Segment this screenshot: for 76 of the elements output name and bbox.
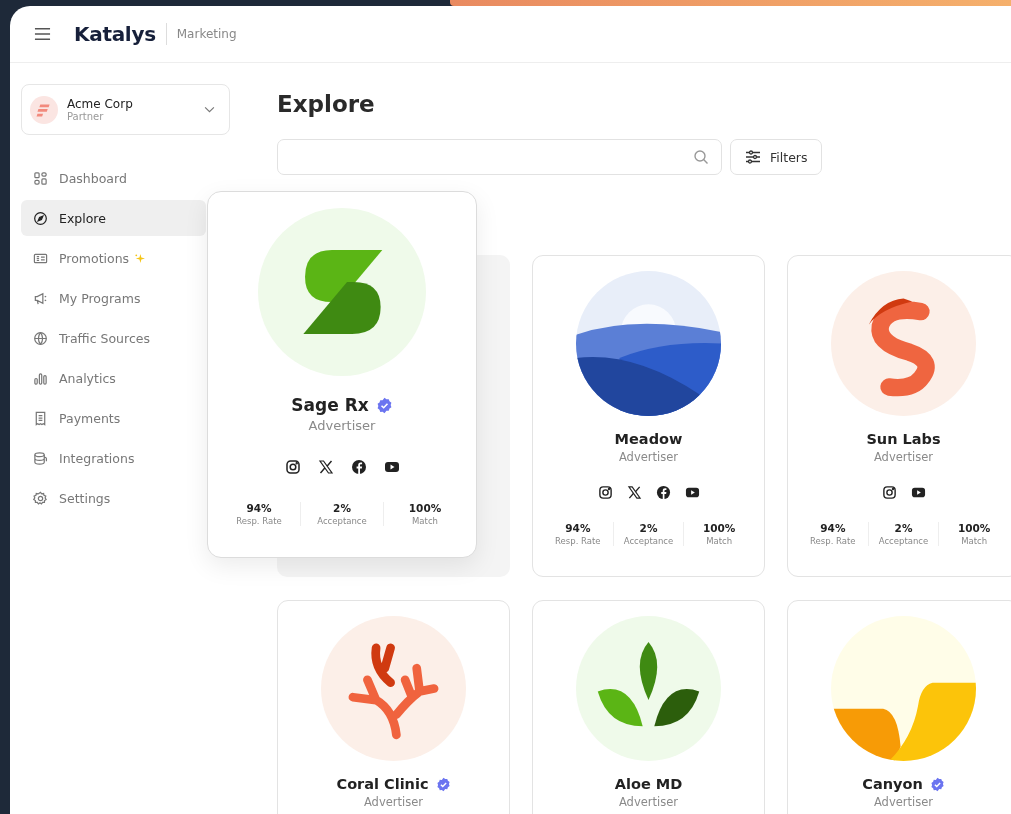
search-icon — [693, 149, 709, 165]
instagram-icon[interactable] — [881, 485, 897, 500]
menu-icon[interactable] — [34, 27, 51, 41]
company-role: Advertiser — [873, 795, 934, 809]
company-name: Meadow — [614, 431, 683, 447]
company-name: Aloe MD — [614, 776, 683, 792]
account-name: Acme Corp — [67, 97, 134, 111]
bar-chart-icon — [33, 370, 48, 386]
stat-label: Match — [706, 536, 733, 546]
youtube-icon[interactable] — [910, 485, 926, 500]
company-name: Canyon — [862, 776, 923, 792]
advertiser-card[interactable]: Aloe MD Advertiser — [532, 600, 765, 814]
nav-item[interactable]: Payments — [21, 400, 206, 436]
facebook-icon[interactable] — [350, 459, 367, 475]
stat-label: Resp. Rate — [236, 516, 282, 526]
advertiser-card[interactable]: Canyon Advertiser — [787, 600, 1011, 814]
settings-icon — [33, 490, 48, 506]
stat-value: 100% — [957, 522, 991, 534]
company-role: Advertiser — [618, 450, 679, 464]
stat-value: 2% — [894, 522, 913, 534]
stat-value: 94% — [246, 502, 272, 514]
stat-value: 2% — [639, 522, 658, 534]
company-name: Sage Rx — [291, 395, 369, 415]
chevron-down-icon — [204, 106, 215, 113]
section-label: Marketing — [176, 27, 237, 41]
company-role: Advertiser — [873, 450, 934, 464]
youtube-icon[interactable] — [383, 459, 400, 475]
stat-label: Resp. Rate — [555, 536, 601, 546]
account-role: Partner — [67, 111, 105, 122]
stat-label: Match — [961, 536, 988, 546]
x-logo-icon[interactable] — [626, 485, 642, 500]
stat-value: 94% — [565, 522, 591, 534]
filters-button[interactable]: Filters — [730, 139, 823, 175]
compass-icon — [33, 210, 48, 226]
nav-item[interactable]: Promotions — [21, 240, 206, 276]
company-role: Advertiser — [363, 795, 424, 809]
receipt-icon — [33, 410, 48, 426]
nav-item[interactable]: Analytics — [21, 360, 206, 396]
brand-logo[interactable]: Katalys — [74, 22, 156, 46]
instagram-icon[interactable] — [284, 459, 301, 475]
search-field[interactable] — [277, 139, 722, 175]
nav-item[interactable]: Integrations — [21, 440, 206, 476]
facebook-icon[interactable] — [655, 485, 671, 500]
nav-item[interactable]: Dashboard — [21, 160, 206, 196]
megaphone-icon — [33, 290, 48, 306]
x-logo-icon[interactable] — [317, 459, 334, 475]
stat-value: 94% — [820, 522, 846, 534]
company-role: Advertiser — [618, 795, 679, 809]
instagram-icon[interactable] — [597, 485, 613, 500]
stat-label: Acceptance — [878, 536, 929, 546]
globe-icon — [33, 330, 48, 346]
nav-item[interactable]: Explore — [21, 200, 206, 236]
database-icon — [33, 450, 48, 466]
sliders-icon — [745, 150, 761, 164]
account-switcher[interactable]: Acme Corp Partner — [21, 84, 230, 135]
stat-value: 2% — [333, 502, 351, 514]
advertiser-card[interactable]: Coral Clinic Advertiser — [277, 600, 510, 814]
advertiser-card[interactable]: Meadow Advertiser 94% Resp. Rate 2% Acceptance 100% Match — [532, 255, 765, 577]
grid-icon — [33, 170, 48, 186]
company-name: Sun Labs — [866, 431, 941, 447]
stat-label: Acceptance — [623, 536, 674, 546]
stat-value: 100% — [408, 502, 442, 514]
advertiser-card[interactable]: Sun Labs Advertiser 94% Resp. Rate 2% Acceptance 100% Match — [787, 255, 1011, 577]
nav-item[interactable]: My Programs — [21, 280, 206, 316]
company-avatar-icon — [30, 95, 58, 124]
nav-item[interactable]: Settings — [21, 480, 206, 516]
dragged-advertiser-card[interactable]: Sage Rx Advertiser 94% Resp. Rate 2% Acceptance 100% Match — [207, 191, 477, 558]
company-name: Coral Clinic — [336, 776, 429, 792]
stat-value: 100% — [702, 522, 736, 534]
stat-label: Match — [412, 516, 438, 526]
youtube-icon[interactable] — [684, 485, 700, 500]
stat-label: Resp. Rate — [810, 536, 856, 546]
company-role: Advertiser — [308, 418, 376, 433]
stat-label: Acceptance — [317, 516, 367, 526]
page-title: Explore — [277, 90, 376, 119]
nav-item[interactable]: Traffic Sources — [21, 320, 206, 356]
